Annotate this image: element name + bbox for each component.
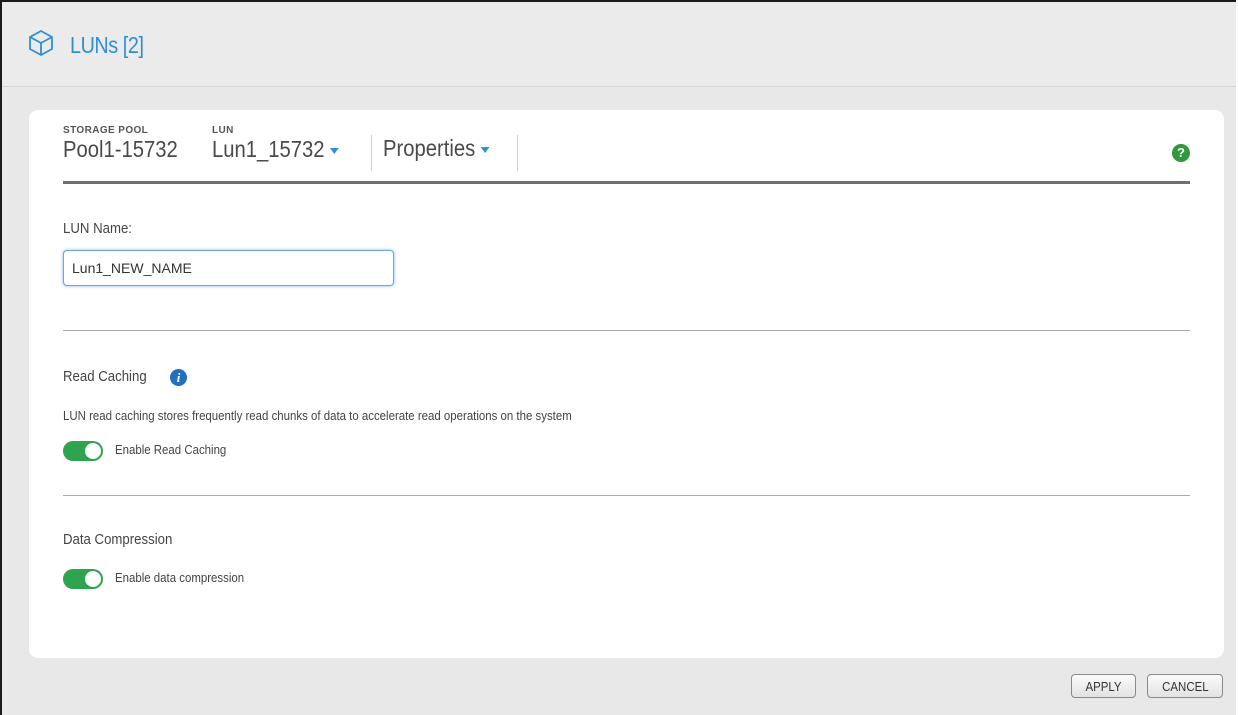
storage-pool-value: Pool1-15732 [63,136,178,162]
storage-pool-crumb: STORAGE POOL Pool1-15732 [63,125,193,163]
data-compression-toggle[interactable] [63,569,103,589]
page-title: LUNs [2] [70,32,144,58]
lun-label: LUN [212,125,234,136]
chevron-down-icon [480,146,490,153]
lun-crumb: LUN Lun1_15732 [212,125,356,163]
read-caching-heading: Read Caching [63,368,147,385]
crumb-divider [371,135,372,171]
page-header: LUNs [2] [2,2,1236,87]
breadcrumb: STORAGE POOL Pool1-15732 LUN Lun1_15732 … [63,125,1190,184]
help-icon[interactable]: ? [1172,144,1190,162]
chevron-down-icon [329,147,339,154]
lun-dropdown[interactable]: Lun1_15732 [212,136,339,163]
cube-icon [29,30,53,56]
view-crumb: Properties [383,135,504,162]
toggle-knob [85,571,101,587]
app-window: LUNs [2] STORAGE POOL Pool1-15732 LUN Lu… [0,0,1236,715]
apply-button-label: APPLY [1085,679,1122,694]
storage-pool-label: STORAGE POOL [63,125,149,136]
lun-name-input[interactable] [63,250,394,286]
cancel-button[interactable]: CANCEL [1147,674,1223,698]
read-caching-toggle-label: Enable Read Caching [115,442,227,457]
divider [63,330,1190,331]
data-compression-toggle-label: Enable data compression [115,570,245,585]
read-caching-toggle[interactable] [63,441,103,461]
lun-dropdown-value: Lun1_15732 [212,136,325,162]
read-caching-description: LUN read caching stores frequently read … [63,408,572,423]
data-compression-heading: Data Compression [63,531,173,548]
apply-button[interactable]: APPLY [1071,674,1136,698]
properties-dropdown-value: Properties [383,135,476,161]
divider [63,495,1190,496]
lun-name-label: LUN Name: [63,220,132,237]
cancel-button-label: CANCEL [1161,679,1209,694]
properties-panel: STORAGE POOL Pool1-15732 LUN Lun1_15732 … [29,110,1224,658]
crumb-divider [517,135,518,171]
toggle-knob [85,443,101,459]
properties-dropdown[interactable]: Properties [383,135,490,162]
info-icon[interactable]: i [170,369,187,386]
